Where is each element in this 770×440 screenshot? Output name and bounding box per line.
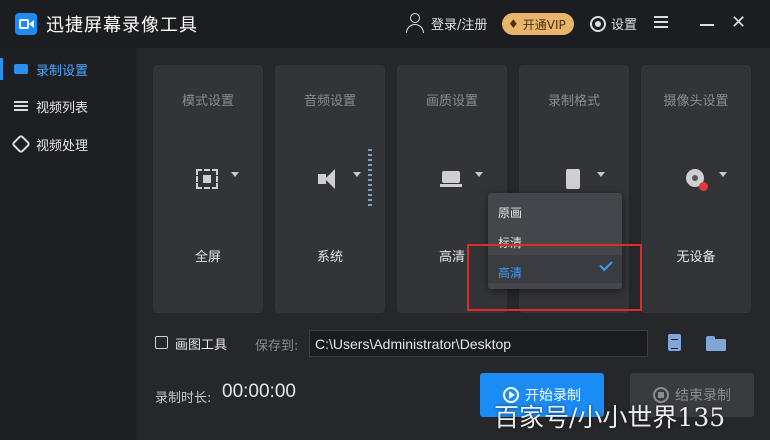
chevron-down-icon[interactable] bbox=[597, 172, 605, 177]
audio-settings-card[interactable]: 音频设置 系统 bbox=[275, 65, 385, 313]
sidebar: 录制设置 视频列表 视频处理 bbox=[0, 48, 137, 440]
gear-icon bbox=[590, 15, 606, 32]
mode-settings-card[interactable]: 模式设置 全屏 bbox=[153, 65, 263, 313]
file-icon bbox=[562, 169, 584, 190]
settings-label: 设置 bbox=[611, 18, 638, 33]
chevron-down-icon[interactable] bbox=[231, 172, 239, 177]
card-title: 模式设置 bbox=[181, 94, 234, 109]
draw-tool-label: 画图工具 bbox=[175, 338, 228, 353]
card-title: 摄像头设置 bbox=[663, 94, 729, 109]
chevron-down-icon[interactable] bbox=[719, 172, 727, 177]
vip-label: 开通VIP bbox=[522, 17, 566, 32]
chevron-down-icon[interactable] bbox=[353, 172, 361, 177]
minimize-icon[interactable] bbox=[700, 24, 714, 26]
folder-icon[interactable] bbox=[706, 336, 726, 351]
sidebar-item-video-list[interactable]: 视频列表 bbox=[0, 87, 137, 125]
vip-button[interactable]: ♦ 开通VIP bbox=[502, 13, 574, 35]
error-badge-icon bbox=[699, 182, 708, 191]
record-icon bbox=[14, 64, 28, 74]
diamond-icon: ♦ bbox=[508, 17, 519, 31]
settings-button[interactable]: 设置 bbox=[590, 14, 637, 33]
card-value: 全屏 bbox=[194, 250, 221, 265]
card-title: 录制格式 bbox=[547, 94, 600, 109]
save-to-label: 保存到: bbox=[255, 339, 299, 354]
login-label: 登录/注册 bbox=[431, 17, 488, 33]
duration-value: 00:00:00 bbox=[222, 381, 296, 402]
document-icon[interactable] bbox=[666, 334, 682, 352]
chevron-down-icon[interactable] bbox=[475, 172, 483, 177]
title-bar: 迅捷屏幕录像工具 登录/注册 ♦ 开通VIP 设置 ✕ bbox=[0, 0, 770, 48]
close-icon[interactable]: ✕ bbox=[731, 14, 746, 32]
menu-icon[interactable] bbox=[654, 16, 668, 28]
app-title: 迅捷屏幕录像工具 bbox=[46, 15, 198, 36]
app-logo-icon bbox=[15, 13, 37, 35]
login-button[interactable]: 登录/注册 bbox=[405, 13, 487, 33]
process-icon bbox=[11, 134, 31, 154]
speaker-icon bbox=[318, 169, 340, 189]
card-title: 画质设置 bbox=[425, 94, 478, 109]
sidebar-item-record-settings[interactable]: 录制设置 bbox=[0, 50, 137, 88]
sidebar-item-video-process[interactable]: 视频处理 bbox=[0, 125, 137, 163]
volume-slider[interactable] bbox=[368, 149, 372, 209]
user-icon bbox=[405, 13, 425, 33]
save-path-input[interactable] bbox=[309, 330, 648, 357]
watermark: 百家号/小小世界135 bbox=[494, 403, 726, 432]
card-value: 系统 bbox=[316, 250, 343, 265]
dropdown-option-original[interactable]: 原画 bbox=[498, 204, 522, 221]
duration-label: 录制时长: bbox=[155, 391, 212, 406]
list-icon bbox=[14, 101, 28, 111]
draw-tool-checkbox[interactable] bbox=[155, 336, 168, 349]
card-value: 无设备 bbox=[676, 250, 716, 265]
sidebar-item-label: 录制设置 bbox=[36, 63, 89, 79]
camera-icon bbox=[684, 169, 708, 191]
sidebar-item-label: 视频列表 bbox=[36, 100, 89, 116]
camera-settings-card[interactable]: 摄像头设置 无设备 bbox=[641, 65, 751, 313]
card-title: 音频设置 bbox=[303, 94, 356, 109]
fullscreen-icon bbox=[196, 169, 218, 189]
sidebar-item-label: 视频处理 bbox=[36, 138, 89, 154]
annotation-highlight-box bbox=[467, 244, 642, 311]
laptop-icon bbox=[440, 169, 462, 189]
